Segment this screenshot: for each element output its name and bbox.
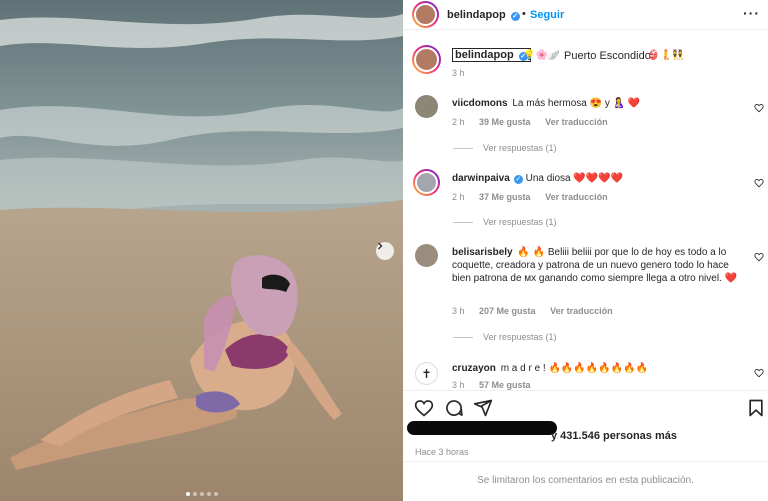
- chevron-right-icon: [378, 242, 383, 250]
- comment-body: cruzayon m a d r e ! 🔥🔥🔥🔥🔥🔥🔥🔥: [452, 362, 742, 375]
- comment-body: viicdomons La más hermosa 😍 y 🤱 ❤️: [452, 97, 742, 110]
- post-header: belindapop ✓ • Seguir ···: [403, 0, 768, 30]
- commenter-avatar[interactable]: [413, 169, 440, 196]
- comment-username[interactable]: belisarisbely: [452, 247, 513, 258]
- heart-icon[interactable]: [754, 252, 764, 262]
- view-replies-button[interactable]: Ver respuestas (1): [453, 217, 557, 227]
- comment-username[interactable]: viicdomons: [452, 98, 508, 109]
- comment-body: darwinpaiva ✓ Una diosa ❤️❤️❤️❤️: [452, 172, 742, 185]
- bookmark-icon[interactable]: [746, 398, 766, 418]
- translate-link[interactable]: Ver traducción: [545, 117, 608, 127]
- slide-dot: [213, 492, 218, 496]
- commenter-avatar[interactable]: [415, 244, 438, 267]
- caption-username-text[interactable]: belindapop: [455, 49, 514, 61]
- comment-likes[interactable]: 39 Me gusta: [479, 117, 531, 127]
- translate-link[interactable]: Ver traducción: [545, 192, 608, 202]
- view-replies-button[interactable]: Ver respuestas (1): [453, 143, 557, 153]
- beach-scene: [0, 0, 403, 501]
- comment-likes[interactable]: 37 Me gusta: [479, 192, 531, 202]
- verified-icon: ✓: [513, 175, 523, 184]
- cross-icon: ✝: [421, 366, 432, 381]
- caption-time: 3 h: [452, 68, 465, 78]
- comment-time: 2 h: [452, 192, 465, 202]
- caption-text: Puerto Escondido: [564, 50, 651, 62]
- author-username[interactable]: belindapop ✓: [447, 9, 520, 21]
- next-slide-button[interactable]: [376, 242, 394, 260]
- comment-text: Una diosa ❤️❤️❤️❤️: [525, 173, 624, 184]
- view-replies-text[interactable]: Ver respuestas (1): [483, 143, 557, 153]
- comments-limited-notice: Se limitaron los comentarios en esta pub…: [403, 461, 768, 501]
- commenter-avatar[interactable]: ✝: [415, 362, 438, 385]
- heart-icon[interactable]: [754, 178, 764, 188]
- redacted-likers: [407, 421, 557, 435]
- posted-time: Hace 3 horas: [415, 447, 469, 457]
- comment-username[interactable]: darwinpaiva: [452, 173, 510, 184]
- heart-icon[interactable]: [414, 398, 434, 418]
- slide-indicator: [0, 492, 403, 496]
- view-replies-text[interactable]: Ver respuestas (1): [483, 217, 557, 227]
- comment-meta: 3 h 207 Me gusta Ver traducción: [452, 306, 625, 316]
- comment-meta: 2 h 37 Me gusta Ver traducción: [452, 192, 620, 202]
- comment-likes[interactable]: 207 Me gusta: [479, 306, 536, 316]
- author-name[interactable]: belindapop: [447, 9, 506, 21]
- post-side-panel: belindapop ✓ • Seguir ··· belindapop ✓ 💡…: [403, 0, 768, 501]
- more-icon[interactable]: ···: [743, 5, 760, 21]
- slide-dot: [185, 492, 190, 496]
- follow-button[interactable]: Seguir: [530, 9, 564, 21]
- comment-icon[interactable]: [444, 398, 464, 418]
- view-replies-button[interactable]: Ver respuestas (1): [453, 332, 557, 342]
- author-avatar[interactable]: [412, 1, 439, 28]
- likes-count[interactable]: y 431.546 personas más: [551, 430, 677, 442]
- comment-body: belisarisbely 🔥 🔥 Beliii beliii por que …: [452, 246, 742, 285]
- caption-username[interactable]: belindapop ✓: [452, 48, 531, 62]
- verified-icon: ✓: [510, 12, 520, 21]
- heart-icon[interactable]: [754, 368, 764, 378]
- comment-likes[interactable]: 57 Me gusta: [479, 380, 531, 390]
- slide-dot: [199, 492, 204, 496]
- caption-avatar[interactable]: [412, 45, 441, 74]
- emoji-decor: 👙🧜👯: [647, 50, 685, 61]
- translate-link[interactable]: Ver traducción: [550, 306, 613, 316]
- emoji-decor: 💡🌸🪽: [523, 50, 561, 61]
- share-icon[interactable]: [473, 398, 493, 418]
- comment-text: La más hermosa 😍 y 🤱 ❤️: [512, 98, 641, 109]
- comment-meta: 3 h 57 Me gusta: [452, 380, 543, 390]
- slide-dot: [206, 492, 211, 496]
- post-actions: y 431.546 personas más Hace 3 horas Se l…: [403, 390, 768, 500]
- post-photo[interactable]: [0, 0, 403, 501]
- comment-time: 2 h: [452, 117, 465, 127]
- comment-text: m a d r e ! 🔥🔥🔥🔥🔥🔥🔥🔥: [500, 363, 649, 374]
- heart-icon[interactable]: [754, 103, 764, 113]
- view-replies-text[interactable]: Ver respuestas (1): [483, 332, 557, 342]
- comment-username[interactable]: cruzayon: [452, 363, 496, 374]
- commenter-avatar[interactable]: [415, 95, 438, 118]
- comment-time: 3 h: [452, 380, 465, 390]
- comment-item: ✝ cruzayon m a d r e ! 🔥🔥🔥🔥🔥🔥🔥🔥 3 h 57 M…: [403, 360, 768, 390]
- slide-dot: [192, 492, 197, 496]
- comment-meta: 2 h 39 Me gusta Ver traducción: [452, 117, 620, 127]
- separator-dot: •: [522, 8, 526, 20]
- comment-time: 3 h: [452, 306, 465, 316]
